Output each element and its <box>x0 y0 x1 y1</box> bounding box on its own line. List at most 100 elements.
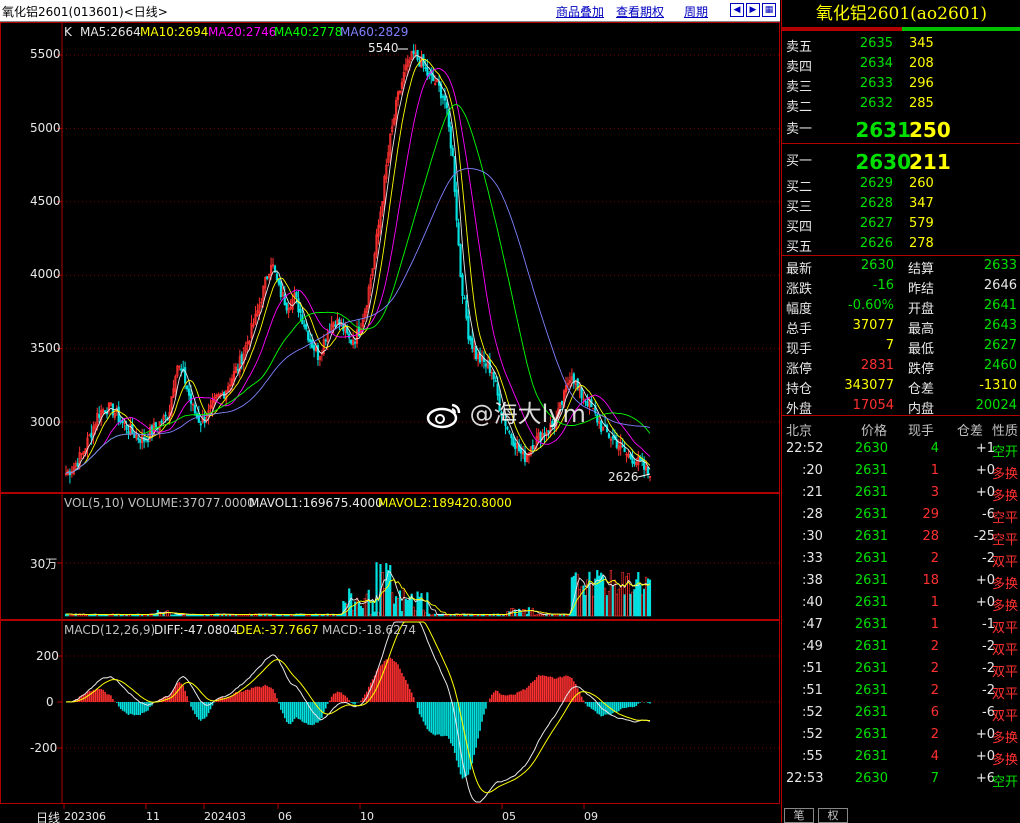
time-tick-06: 06 <box>278 810 292 823</box>
grid-icon[interactable]: ▦ <box>762 3 776 17</box>
stats-row: 最新 2630 结算 2633 <box>782 256 1020 277</box>
volume-bar <box>361 608 364 617</box>
candle-body <box>309 339 312 343</box>
candle-body <box>412 50 415 54</box>
macd-tick-200: 200 <box>36 649 59 663</box>
volume-bar <box>412 606 415 617</box>
macd-panel-frame <box>0 620 780 804</box>
candle-body <box>484 363 488 367</box>
volume-bar <box>535 614 538 617</box>
volume-bar <box>414 610 417 617</box>
arrow-left-icon[interactable]: ◀ <box>730 3 744 17</box>
volume-bar <box>352 610 355 617</box>
volume-bar <box>533 614 536 617</box>
candle-body <box>469 336 472 341</box>
volume-bar <box>182 614 185 617</box>
volume-bar <box>246 614 249 617</box>
volume-bar <box>170 614 173 617</box>
tab-options[interactable]: 权 <box>818 808 848 823</box>
tick-volume: 4 <box>930 749 939 764</box>
candle-body <box>463 297 466 300</box>
volume-bar <box>580 586 583 617</box>
stat-label: 结算 <box>908 262 935 277</box>
candle-body <box>295 291 298 298</box>
k-label: K <box>64 25 72 39</box>
tick-time: :47 <box>802 617 823 632</box>
ticks-header-oi: 仓差 <box>957 424 984 439</box>
candle-body <box>457 222 460 246</box>
tick-price: 2631 <box>854 727 888 742</box>
mavol2-value: MAVOL2:189420.8000 <box>378 496 512 510</box>
tick-volume: 18 <box>922 573 939 588</box>
stat-value: 2643 <box>983 318 1017 333</box>
arrow-right-icon[interactable]: ▶ <box>746 3 760 17</box>
tick-price: 2631 <box>854 485 888 500</box>
volume-bar <box>359 605 363 617</box>
volume-bar <box>426 592 429 617</box>
tick-time: :30 <box>802 529 823 544</box>
stats-row: 现手 7 最低 2627 <box>782 336 1020 357</box>
volume-bar <box>365 593 368 617</box>
volume-bar <box>367 589 370 617</box>
price-tick-4500: 4500 <box>30 194 61 208</box>
period-menu[interactable]: 周期 <box>684 3 708 20</box>
panel-tabs: 笔 权 <box>782 806 1020 823</box>
stat-value: 20024 <box>975 398 1017 413</box>
ask-row: 卖五 2635 345 <box>782 34 1020 55</box>
candle-body <box>76 462 79 467</box>
volume-bar <box>527 607 531 617</box>
volume-bar <box>396 598 400 617</box>
tab-trades[interactable]: 笔 <box>784 808 814 823</box>
candle-body <box>607 433 611 438</box>
tick-type: 双平 <box>992 665 1019 680</box>
stat-label: 涨停 <box>786 362 813 377</box>
candle-body <box>184 367 187 384</box>
stat-label: 幅度 <box>786 302 813 317</box>
overlay-symbol-menu[interactable]: 商品叠加 <box>556 3 604 20</box>
stats-row: 外盘 17054 内盘 20024 <box>782 396 1020 417</box>
tick-price: 2631 <box>854 705 888 720</box>
candle-body <box>266 276 269 279</box>
ask-label: 卖一 <box>786 122 813 137</box>
ma40-label: MA40:2778 <box>274 25 343 39</box>
ask-price: 2631 <box>855 118 911 142</box>
volume-bar <box>639 584 642 617</box>
candle-body <box>185 385 189 390</box>
view-options-menu[interactable]: 查看期权 <box>616 3 664 20</box>
stat-label: 跌停 <box>908 362 935 377</box>
volume-bar <box>193 614 197 617</box>
volume-bar <box>629 593 632 617</box>
candle-body <box>197 413 200 423</box>
tick-time: 22:52 <box>786 441 824 456</box>
volume-bar <box>490 614 493 617</box>
ask-label: 卖四 <box>786 60 813 75</box>
tick-volume: 1 <box>930 595 939 610</box>
volume-bar <box>469 614 472 617</box>
volume-bar <box>564 614 568 617</box>
candle-body <box>154 422 157 428</box>
volume-bar <box>514 609 517 617</box>
candle-body <box>307 330 310 341</box>
tick-time: :51 <box>802 661 823 676</box>
ask-label: 卖二 <box>786 100 813 115</box>
kline-chart-svg[interactable] <box>0 22 780 823</box>
volume-bar <box>387 570 390 617</box>
bid-label: 买三 <box>786 200 813 215</box>
volume-bar <box>381 572 384 617</box>
volume-bar <box>559 614 562 617</box>
candle-body <box>139 438 142 443</box>
volume-bar <box>596 569 599 617</box>
candle-body <box>465 300 468 319</box>
tick-type: 多换 <box>992 467 1019 482</box>
ma5-label: MA5:2664 <box>80 25 141 39</box>
candle-body <box>312 345 316 351</box>
volume-bar <box>316 614 320 617</box>
volume-bar <box>465 614 468 617</box>
chart-area[interactable]: K MA5:2664 MA10:2694 MA20:2746 MA40:2778… <box>0 22 780 823</box>
volume-bar <box>225 614 228 617</box>
volume-bar <box>531 607 534 617</box>
candle-body <box>514 442 517 449</box>
tick-volume: 29 <box>922 507 939 522</box>
candle-body <box>127 431 130 434</box>
volume-bar <box>96 614 99 617</box>
